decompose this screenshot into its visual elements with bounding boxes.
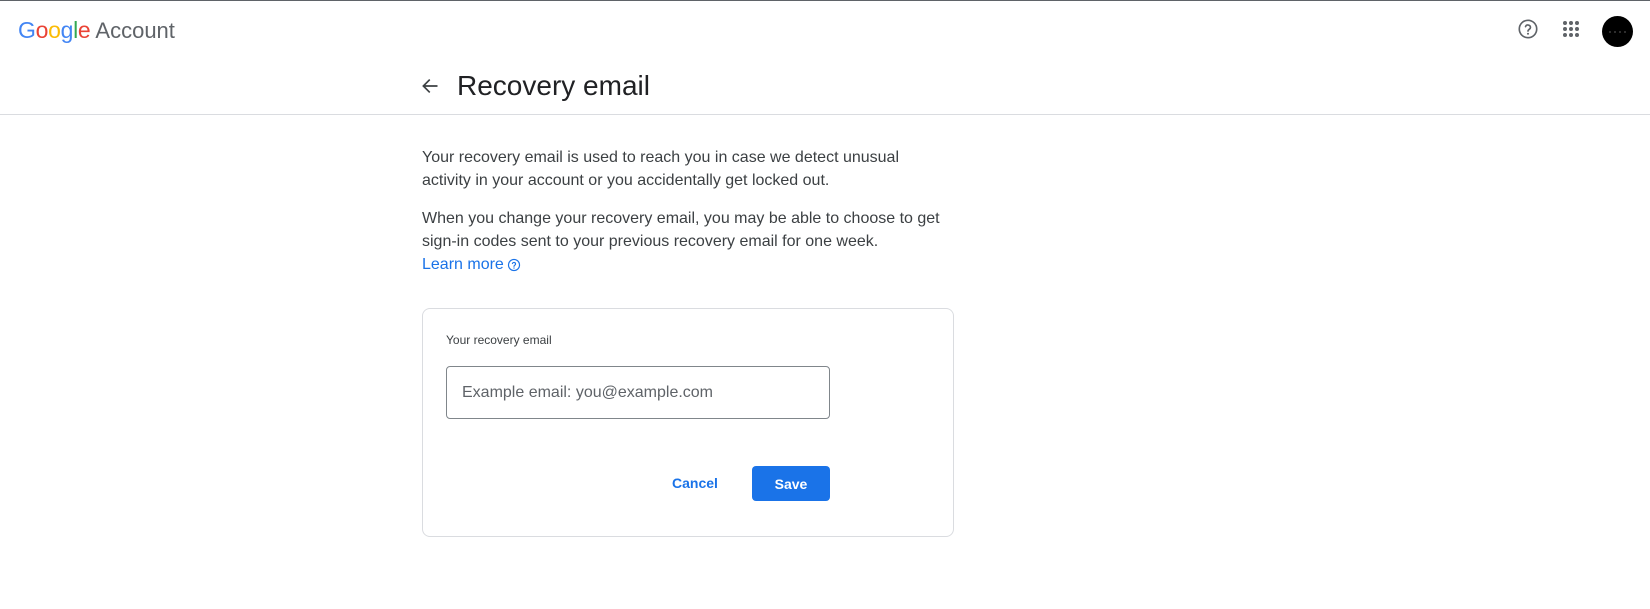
google-wordmark: Google [18,17,91,44]
learn-more-link[interactable]: Learn more [422,253,521,276]
logo-letter: g [60,17,74,43]
product-name: Account [95,18,175,43]
back-button[interactable] [418,74,442,98]
logo-letter: e [77,17,91,43]
arrow-back-icon [422,78,438,94]
recovery-email-card: Your recovery email Cancel Save [422,308,954,537]
apps-button[interactable] [1557,15,1585,43]
description-paragraph-change: When you change your recovery email, you… [422,207,952,276]
app-header: Google Account [0,1,1650,61]
help-button[interactable] [1514,15,1542,43]
recovery-email-label: Your recovery email [446,333,552,347]
cancel-button[interactable]: Cancel [655,466,735,500]
apps-grid-icon [1563,21,1579,37]
account-avatar[interactable] [1602,16,1633,47]
recovery-email-description: Your recovery email is used to reach you… [422,146,952,276]
avatar-image [1609,30,1626,33]
learn-more-label: Learn more [422,256,504,273]
save-button[interactable]: Save [752,466,830,501]
logo-letter: o [35,17,49,43]
help-circle-icon [1518,19,1538,39]
change-email-text: When you change your recovery email, you… [422,210,940,250]
help-circle-icon [507,258,520,271]
google-account-logo[interactable]: Google Account [18,17,175,49]
description-paragraph: Your recovery email is used to reach you… [422,149,900,189]
logo-letter: G [18,17,36,43]
page-title: Recovery email [457,70,650,101]
recovery-email-input[interactable] [446,366,830,419]
page-title-bar: Recovery email [0,62,1650,115]
logo-letter: o [48,17,61,43]
